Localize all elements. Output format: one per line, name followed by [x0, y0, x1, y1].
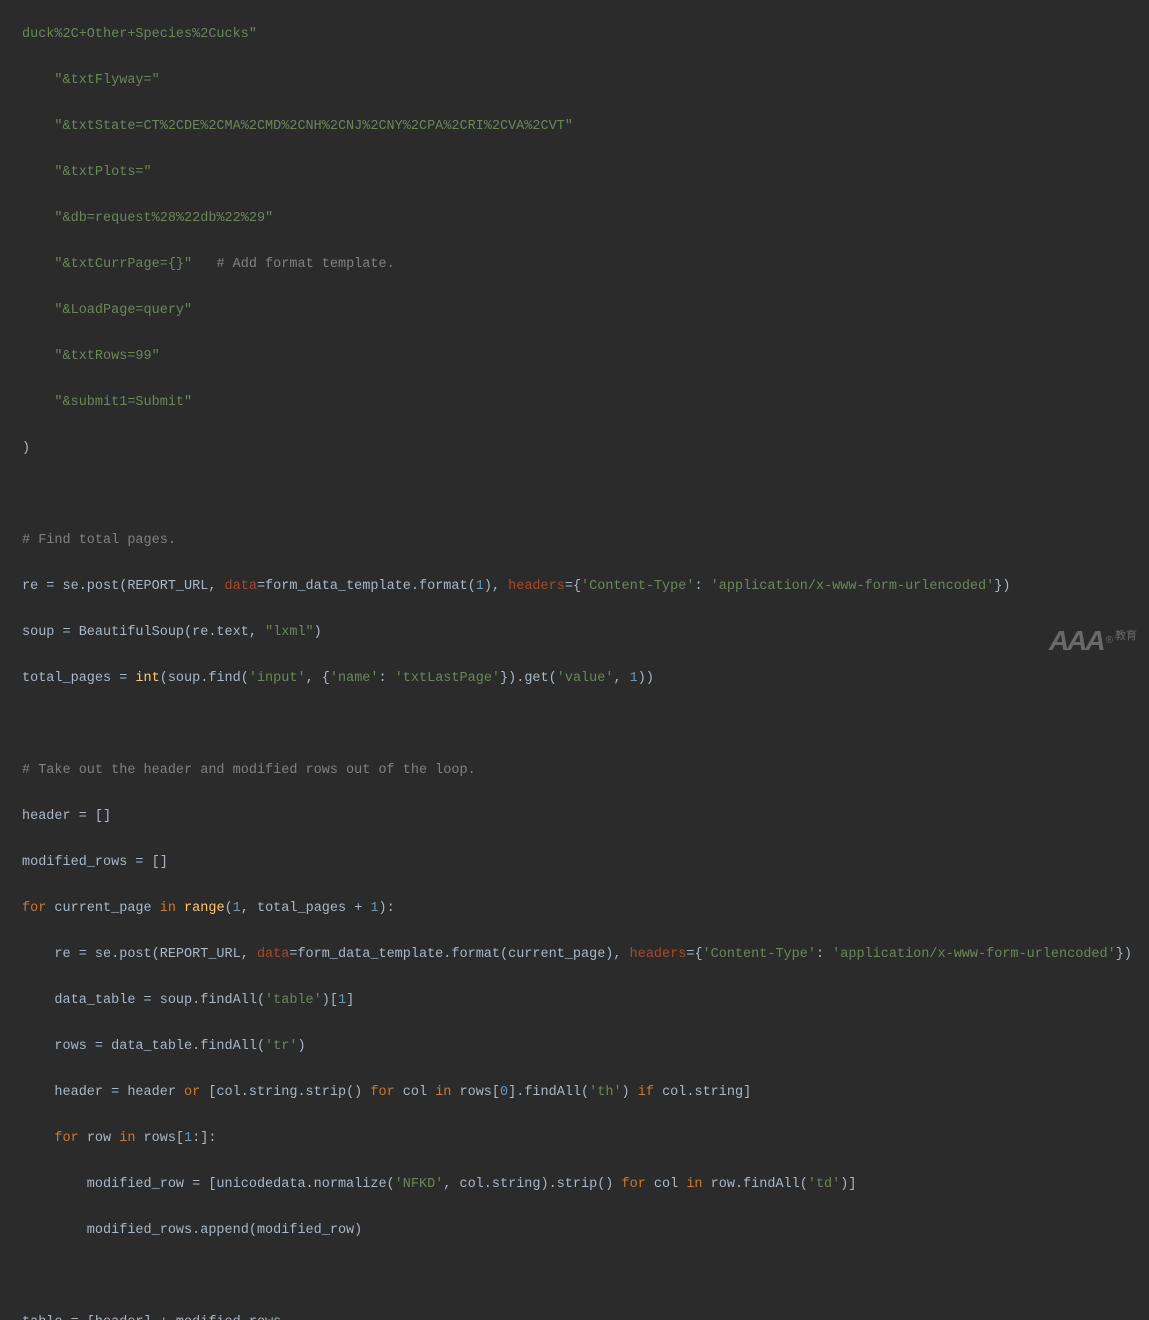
- code-line: "&txtPlots=": [22, 161, 1149, 184]
- code-line: for current_page in range(1, total_pages…: [22, 897, 1149, 920]
- code-line: duck%2C+Other+Species%2Cucks": [22, 23, 1149, 46]
- code-line: "&txtCurrPage={}" # Add format template.: [22, 253, 1149, 276]
- watermark-subtext: 教育: [1115, 625, 1137, 648]
- code-line: "&txtRows=99": [22, 345, 1149, 368]
- code-line: soup = BeautifulSoup(re.text, "lxml"): [22, 621, 1149, 644]
- code-line: data_table = soup.findAll('table')[1]: [22, 989, 1149, 1012]
- code-line: # Take out the header and modified rows …: [22, 759, 1149, 782]
- code-line: header = []: [22, 805, 1149, 828]
- code-line: modified_rows = []: [22, 851, 1149, 874]
- watermark-text: AAA: [1049, 629, 1104, 652]
- code-line: modified_rows.append(modified_row): [22, 1219, 1149, 1242]
- code-line: total_pages = int(soup.find('input', {'n…: [22, 667, 1149, 690]
- code-line: ): [22, 437, 1149, 460]
- watermark-logo: AAA® 教育: [1049, 625, 1137, 652]
- watermark-dot: ®: [1106, 629, 1113, 652]
- code-line: "&txtState=CT%2CDE%2CMA%2CMD%2CNH%2CNJ%2…: [22, 115, 1149, 138]
- code-line: modified_row = [unicodedata.normalize('N…: [22, 1173, 1149, 1196]
- code-line: "&txtFlyway=": [22, 69, 1149, 92]
- code-editor[interactable]: duck%2C+Other+Species%2Cucks" "&txtFlywa…: [0, 0, 1149, 1320]
- code-line: header = header or [col.string.strip() f…: [22, 1081, 1149, 1104]
- code-line: # Find total pages.: [22, 529, 1149, 552]
- code-line: "&submit1=Submit": [22, 391, 1149, 414]
- code-line: re = se.post(REPORT_URL, data=form_data_…: [22, 575, 1149, 598]
- code-line: re = se.post(REPORT_URL, data=form_data_…: [22, 943, 1149, 966]
- blank-line: [22, 713, 1149, 736]
- code-line: "&db=request%28%22db%22%29": [22, 207, 1149, 230]
- blank-line: [22, 483, 1149, 506]
- code-line: for row in rows[1:]:: [22, 1127, 1149, 1150]
- code-line: rows = data_table.findAll('tr'): [22, 1035, 1149, 1058]
- code-line: "&LoadPage=query": [22, 299, 1149, 322]
- blank-line: [22, 1265, 1149, 1288]
- code-line: table = [header] + modified_rows: [22, 1311, 1149, 1320]
